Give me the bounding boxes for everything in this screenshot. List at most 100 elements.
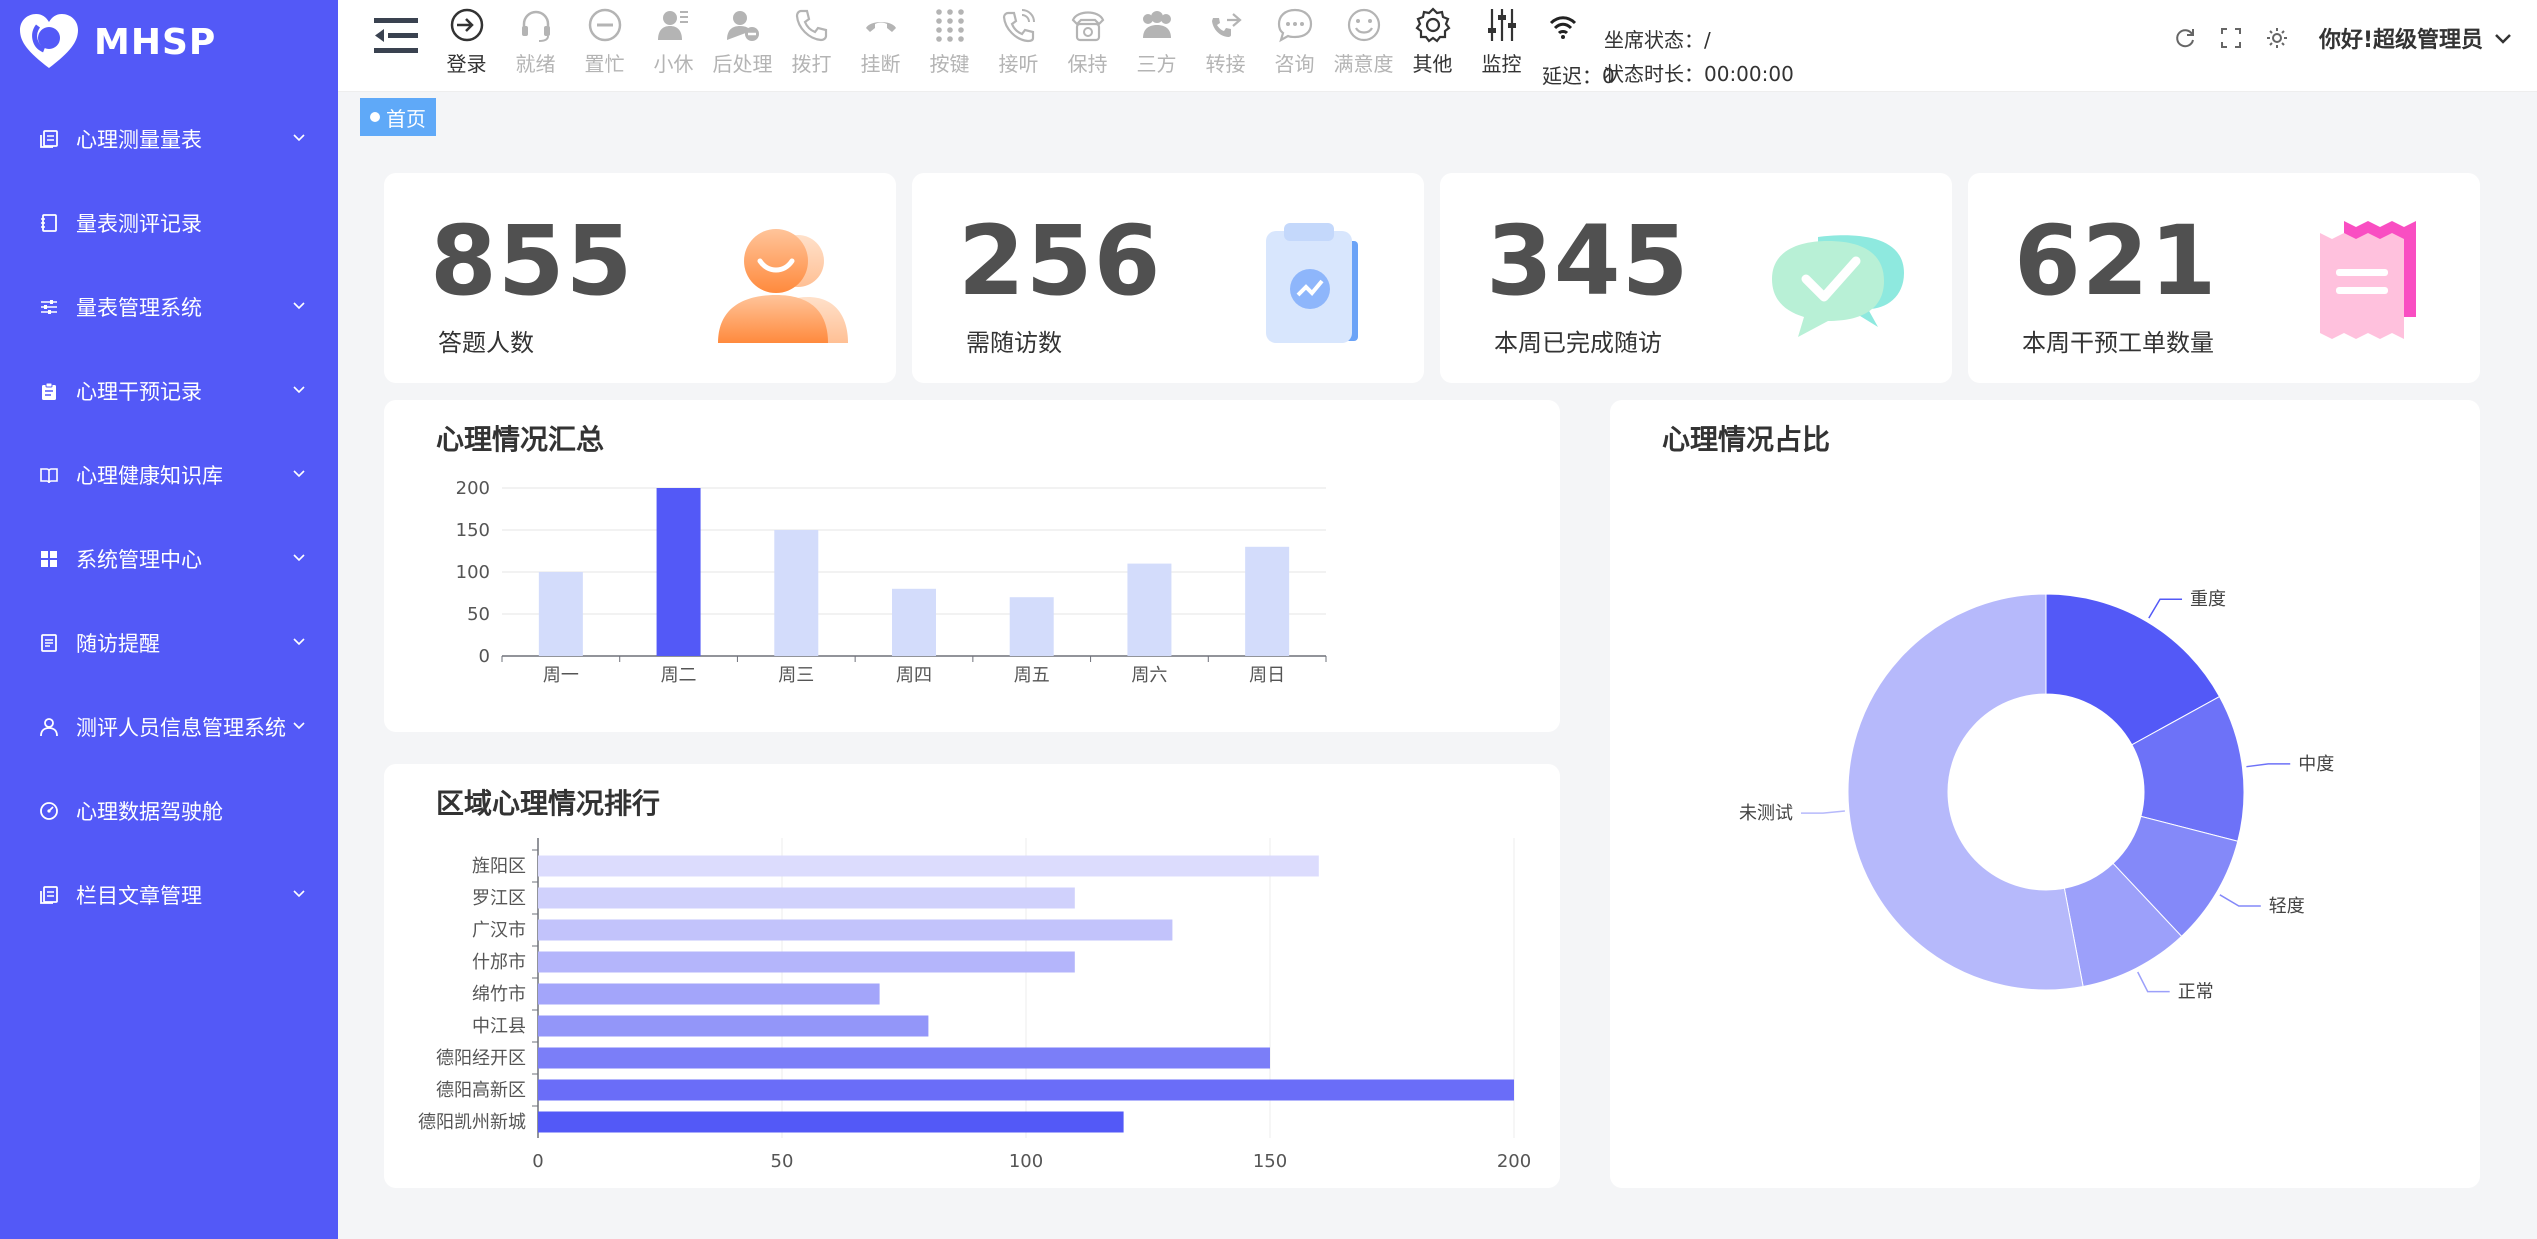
sidebar-item-label: 心理干预记录 [76,380,202,404]
y-tick-label: 绵竹市 [472,984,526,1005]
tool-button[interactable]: 拨打 [777,6,846,77]
sliders-icon [38,296,60,318]
wifi-icon [1549,16,1577,39]
login-icon [450,8,483,42]
sidebar-item[interactable]: 心理健康知识库 [0,433,338,517]
tool-button[interactable]: 挂断 [846,6,915,77]
book-icon [38,464,60,486]
active-dot-icon [370,112,380,122]
region-ranking-chart: 0 50 100 150 200 旌阳区罗江区广汉市什邡市绵竹市中江县德阳经开区德阳高新区… [418,838,1531,1172]
logo-text: MHSP [94,21,217,63]
x-tick-label: 周二 [661,665,697,686]
sidebar-item[interactable]: 心理测量量表 [0,97,338,181]
region-panel: 区域心理情况排行 0 50 100 150 200 旌阳区 罗江区 广汉市 什邡市 绵竹市 中江县德… [384,764,1560,1188]
sidebar-item-label: 测评人员信息管理系统 [76,716,286,740]
chevron-down-icon[interactable] [290,885,308,903]
menu-toggle-icon[interactable] [372,14,420,58]
chevron-down-icon[interactable] [290,297,308,315]
top-toolbar: 登录 就绪 置忙 小休 后处理 拨打 挂断 按键 接听 保持 三方 转接 咨询 满意度 其他 监控 延迟：0 … [338,0,2537,92]
tool-button[interactable]: 接听 [984,6,1053,77]
y-tick-label: 广汉市 [472,920,526,941]
y-tick-label: 150 [456,520,490,541]
fullscreen-icon[interactable] [2217,24,2245,52]
sidebar-item[interactable]: 系统管理中心 [0,517,338,601]
tool-button[interactable]: 咨询 [1260,6,1329,77]
sidebar-item[interactable]: 量表管理系统 [0,265,338,349]
tab-home[interactable]: 首页 [360,98,436,136]
tool-button[interactable]: 后处理 [708,6,777,77]
y-tick-label: 200 [456,478,490,499]
y-tick-label: 什邡市 [472,952,526,973]
stat-card-interventions: 621 本周干预工单数量 [1968,173,2480,383]
sidebar-item[interactable]: 栏目文章管理 [0,853,338,937]
chevron-down-icon[interactable] [290,633,308,651]
tool-label: 三方 [1136,52,1177,76]
tool-button[interactable]: 监控 [1467,6,1536,77]
bar [892,588,936,656]
tool-label: 后处理 [712,52,773,76]
tool-button[interactable]: 满意度 [1329,6,1398,77]
x-tick-label: 周三 [778,665,814,686]
tool-button[interactable]: 转接 [1191,6,1260,77]
logo[interactable]: MHSP [18,12,216,72]
tool-button[interactable]: 置忙 [570,6,639,77]
sidebar-item[interactable]: 测评人员信息管理系统 [0,685,338,769]
tool-button[interactable]: 小休 [639,6,708,77]
label-leader-line [1800,810,1845,814]
check-chat-illustration-icon [1772,235,1904,337]
notebook-icon [38,212,60,234]
tool-label: 置忙 [584,52,625,76]
bar [538,855,1319,877]
y-tick-label: 德阳凯州新城 [418,1112,526,1133]
tool-label: 挂断 [860,52,901,76]
user-greeting[interactable]: 你好!超级管理员 [2319,22,2483,54]
chevron-down-icon[interactable] [290,549,308,567]
copy-icon [38,128,60,150]
sidebar-item[interactable]: 量表测评记录 [0,181,338,265]
tool-button[interactable]: 其他 [1398,6,1467,77]
tool-button[interactable]: 登录 [432,6,501,77]
tool-button[interactable]: 就绪 [501,6,570,77]
tool-label: 转接 [1205,52,1246,76]
chevron-down-icon[interactable] [290,465,308,483]
refresh-icon[interactable] [2171,24,2199,52]
slice-label: 中度 [2298,754,2334,775]
chevron-down-icon[interactable] [290,717,308,735]
tool-button[interactable]: 三方 [1122,6,1191,77]
chevron-down-icon[interactable] [290,381,308,399]
keypad-icon [935,9,964,42]
theme-sun-icon[interactable] [2263,24,2291,52]
bar [538,1015,929,1037]
bar [1127,563,1172,656]
x-tick-label: 50 [771,1151,794,1172]
bar [538,919,1173,941]
summary-bar-chart: 0 50 100 150 200 周一 周二 周三 周四 周五 周六 周日 [456,478,1327,686]
status-duration-text: 状态时长：00:00:00 [1604,62,1794,86]
smile-icon [1347,8,1380,42]
user-icon [38,716,60,738]
sidebar-item[interactable]: 心理干预记录 [0,349,338,433]
x-tick-label: 周五 [1014,665,1050,686]
sidebar-item[interactable]: 随访提醒 [0,601,338,685]
clipboard-illustration-icon [1266,223,1358,343]
y-tick-label: 50 [467,604,490,625]
clipboard-icon [38,380,60,402]
bar [656,488,701,656]
tool-label: 就绪 [515,52,556,76]
stat-label: 本周干预工单数量 [2022,329,2214,357]
y-tick-label: 罗江区 [472,888,526,909]
chevron-down-icon[interactable] [290,129,308,147]
tool-label: 小休 [653,52,694,76]
slice-label: 轻度 [2269,896,2305,917]
after-call-icon [726,11,759,41]
tool-button[interactable]: 保持 [1053,6,1122,77]
stat-card-respondents: 855 答题人数 [384,173,896,383]
transfer-icon [1211,13,1242,37]
chat-icon [1277,8,1312,43]
label-leader-line [2148,598,2183,619]
sidebar-item-label: 心理测量量表 [76,128,202,152]
chevron-down-icon[interactable] [2493,28,2513,48]
sidebar-item[interactable]: 心理数据驾驶舱 [0,769,338,853]
stat-value: 345 [1486,205,1690,317]
tool-button[interactable]: 按键 [915,6,984,77]
